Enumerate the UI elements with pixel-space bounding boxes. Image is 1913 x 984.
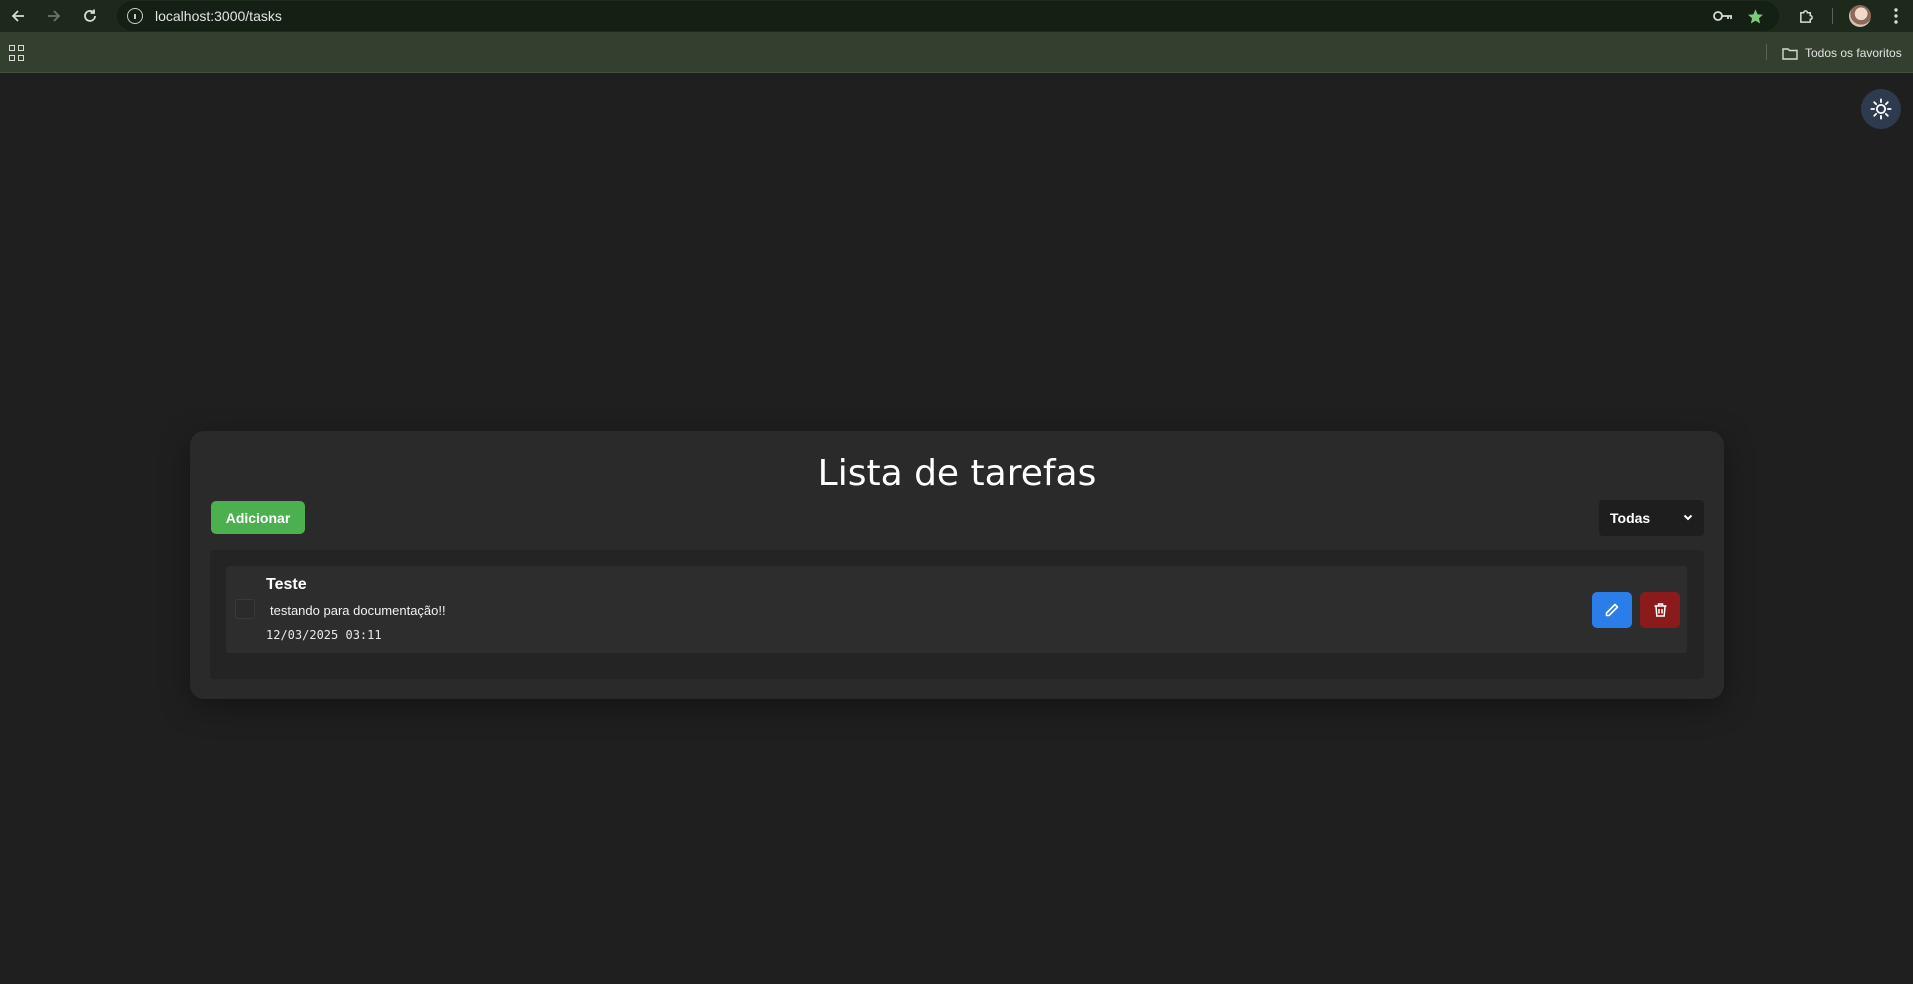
filter-selected-value: Todas [1610,510,1651,526]
task-date: 12/03/2025 03:11 [266,628,382,642]
list-item: Teste testando para documentação!! 12/03… [226,566,1687,653]
extensions-button[interactable] [1794,4,1818,28]
task-description: testando para documentação!! [270,603,446,618]
bookmarks-bar [0,32,1913,73]
profile-avatar[interactable] [1849,5,1871,27]
page-title: Lista de tarefas [817,453,1097,494]
task-list: Teste testando para documentação!! 12/03… [210,550,1704,679]
bookmark-star-button[interactable] [1743,4,1767,28]
all-bookmarks-label: Todos os favoritos [1805,46,1902,60]
star-icon [1747,8,1763,24]
reload-button[interactable] [78,4,102,28]
chevron-down-icon [1683,514,1693,521]
task-done-checkbox[interactable] [235,599,255,619]
address-bar[interactable]: localhost:3000/tasks [117,1,1779,31]
password-key-button[interactable] [1711,4,1735,28]
reload-icon [84,9,96,22]
browser-toolbar: localhost:3000/tasks [0,0,1913,32]
all-bookmarks-folder[interactable]: Todos os favoritos [1782,43,1902,63]
toolbar-divider [1832,8,1833,24]
edit-task-button[interactable] [1592,592,1632,628]
arrow-right-icon [48,10,61,22]
task-title: Teste [266,576,307,593]
bookmarks-divider [1766,44,1767,60]
url-text: localhost:3000/tasks [155,8,282,24]
delete-task-button[interactable] [1640,592,1680,628]
trash-icon [1654,603,1666,617]
puzzle-icon [1799,9,1813,23]
arrow-left-icon [11,10,24,22]
back-button[interactable] [6,4,30,28]
key-icon [1713,11,1732,21]
apps-grid-icon[interactable] [9,45,25,61]
forward-button[interactable] [42,4,66,28]
status-filter-select[interactable]: Todas [1599,500,1704,536]
pencil-icon [1605,603,1619,617]
browser-menu-button[interactable] [1884,4,1908,28]
theme-toggle-button[interactable] [1861,89,1901,129]
kebab-menu-icon [1894,8,1898,24]
site-info-icon[interactable] [127,8,143,24]
add-task-button[interactable]: Adicionar [211,501,305,534]
sun-icon [1870,98,1892,120]
folder-icon [1782,47,1798,60]
task-list-card: Lista de tarefas Adicionar Todas Teste t… [190,431,1724,699]
